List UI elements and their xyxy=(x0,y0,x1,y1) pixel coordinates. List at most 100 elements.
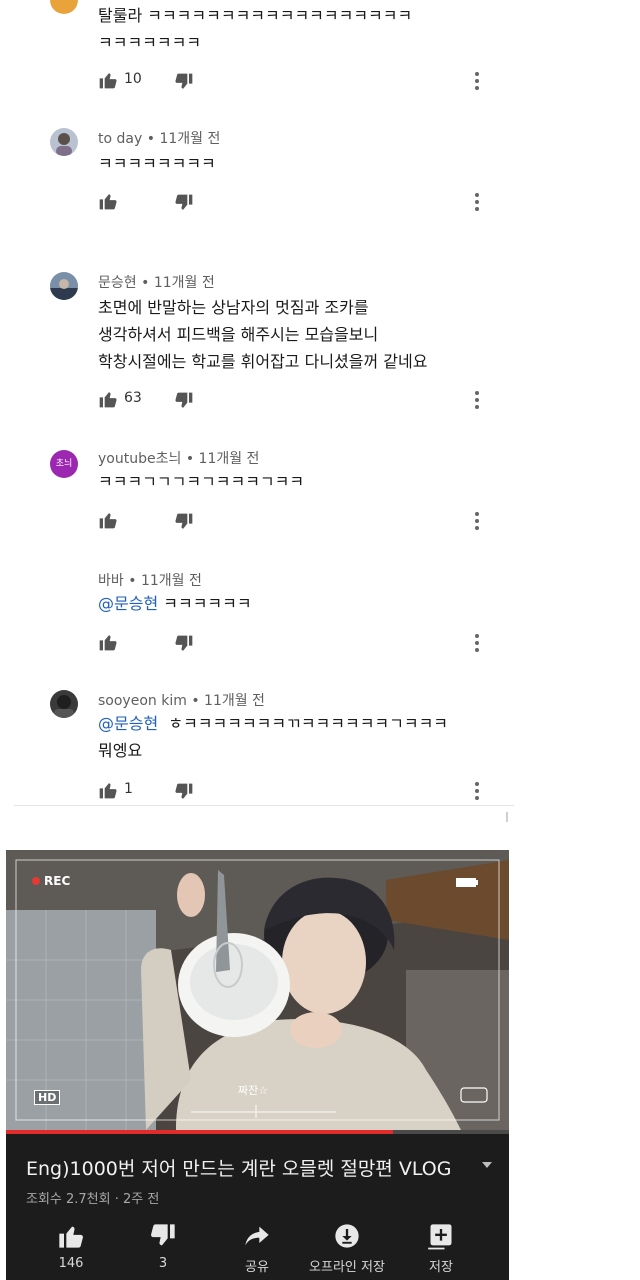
comment-list: 탈룰라 ㅋㅋㅋㅋㅋㅋㅋㅋㅋㅋㅋㅋㅋㅋㅋㅋㅋㅋ ㅋㅋㅋㅋㅋㅋㅋ 10 to day… xyxy=(0,0,640,830)
rec-indicator: REC xyxy=(32,874,70,888)
thumb-up-icon[interactable] xyxy=(98,510,118,530)
avatar[interactable] xyxy=(50,0,78,14)
comment-text: @문승현 ㅋㅋㅋㅋㅋㅋ xyxy=(98,590,252,617)
dislike-button[interactable]: 3 xyxy=(118,1222,208,1278)
comment-text: @문승현 ㅎㅋㅋㅋㅋㅋㅋㅋㄲㅋㅋㅋㅋㅋㅋㄱㅋㅋㅋ 뭐엥요 xyxy=(98,710,448,764)
like-button[interactable]: 146 xyxy=(26,1222,116,1278)
thumb-up-icon xyxy=(59,1226,83,1248)
more-vert-icon[interactable] xyxy=(470,191,484,213)
comment-actions: 1 xyxy=(0,780,510,804)
offline-save-label: 오프라인 저장 xyxy=(309,1260,385,1275)
like-count: 146 xyxy=(58,1256,84,1271)
comment-text: ㅋㅋㅋㄱㄱㄱㅋㄱㅋㅋㅋㄱㅋㅋ xyxy=(98,468,304,495)
thumb-down-icon[interactable] xyxy=(174,72,194,92)
comment-author[interactable]: sooyeon kim xyxy=(98,693,187,709)
scroll-tick xyxy=(506,812,508,822)
dislike-count: 3 xyxy=(158,1256,168,1271)
comment-meta: 문승현 • 11개월 전 xyxy=(98,272,215,292)
comment-line: 생각하셔서 피드백을 해주시는 모습을보니 xyxy=(98,325,379,344)
comment-line: @문승현 ㅋㅋㅋㅋㅋㅋ xyxy=(98,590,252,617)
chevron-down-icon[interactable] xyxy=(480,1158,494,1172)
comment-author[interactable]: 바바 xyxy=(98,573,124,589)
comment-line: 탈룰라 ㅋㅋㅋㅋㅋㅋㅋㅋㅋㅋㅋㅋㅋㅋㅋㅋㅋㅋ xyxy=(98,6,413,25)
comment-line: 학창시절에는 학교를 휘어잡고 다니셨을꺼 같네요 xyxy=(98,352,428,371)
comment-time: 11개월 전 xyxy=(198,451,260,467)
hd-badge: HD xyxy=(34,1090,61,1105)
more-vert-icon[interactable] xyxy=(470,389,484,411)
thumb-up-icon[interactable] xyxy=(98,191,118,211)
thumb-down-icon[interactable] xyxy=(174,193,194,213)
video-card: REC HD 짜잔☆ Eng)1000번 저어 만드는 계란 오믈렛 절망편 V… xyxy=(6,850,509,1280)
thumb-up-icon[interactable] xyxy=(98,780,118,800)
like-count: 1 xyxy=(124,781,133,797)
mention-link[interactable]: @문승현 xyxy=(98,714,158,733)
divider xyxy=(14,805,514,806)
comment-meta: to day • 11개월 전 xyxy=(98,128,220,148)
comment-text: 초면에 반말하는 상남자의 멋짐과 조카를 생각하셔서 피드백을 해주시는 모습… xyxy=(98,294,427,375)
thumb-down-icon[interactable] xyxy=(174,782,194,802)
video-progress-fill xyxy=(6,1130,394,1134)
comment-text: 탈룰라 ㅋㅋㅋㅋㅋㅋㅋㅋㅋㅋㅋㅋㅋㅋㅋㅋㅋㅋ ㅋㅋㅋㅋㅋㅋㅋ xyxy=(98,2,412,56)
comment-author[interactable]: youtube초늬 xyxy=(98,451,181,467)
comment-line: 초면에 반말하는 상남자의 멋짐과 조카를 xyxy=(98,298,369,317)
comment-actions: 10 xyxy=(0,70,510,94)
meta-separator: • xyxy=(141,275,154,291)
comment-time: 11개월 전 xyxy=(153,275,215,291)
mention-link[interactable]: @문승현 xyxy=(98,594,158,613)
comment-line: ㅋㅋㅋㄱㄱㄱㅋㄱㅋㅋㅋㄱㅋㅋ xyxy=(98,472,305,491)
avatar[interactable]: 초늬 xyxy=(50,450,78,478)
thumb-up-icon[interactable] xyxy=(98,632,118,652)
video-caption-tag: 짜잔☆ xyxy=(238,1084,269,1097)
thumb-down-icon[interactable] xyxy=(174,512,194,532)
more-vert-icon[interactable] xyxy=(470,510,484,532)
video-meta: 조회수 2.7천회 · 2주 전 xyxy=(26,1192,160,1207)
thumb-up-icon[interactable] xyxy=(98,389,118,409)
comment-meta: 바바 • 11개월 전 xyxy=(98,570,202,590)
comment-time: 11개월 전 xyxy=(204,693,265,709)
offline-save-button[interactable]: 오프라인 저장 xyxy=(302,1222,392,1278)
thumb-down-icon[interactable] xyxy=(174,391,194,411)
comment-text: ㅋㅋㅋㅋㅋㅋㅋㅋ xyxy=(98,150,216,177)
meta-separator: • xyxy=(128,573,141,589)
more-vert-icon[interactable] xyxy=(470,780,484,802)
avatar[interactable] xyxy=(50,272,78,300)
meta-separator: • xyxy=(146,131,160,147)
comment-meta: youtube초늬 • 11개월 전 xyxy=(98,448,259,468)
comment-actions xyxy=(0,191,510,215)
thumb-up-icon[interactable] xyxy=(98,70,118,90)
comment-line: 뭐엥요 xyxy=(98,741,143,760)
playlist-add-icon xyxy=(428,1224,452,1250)
meta-separator: • xyxy=(191,693,205,709)
thumb-down-icon[interactable] xyxy=(174,634,194,654)
like-count: 63 xyxy=(124,390,142,406)
comment-meta: sooyeon kim • 11개월 전 xyxy=(98,690,265,710)
like-count: 10 xyxy=(124,71,142,87)
comment-author[interactable]: 문승현 xyxy=(98,275,137,291)
comment-actions xyxy=(0,632,510,656)
download-icon xyxy=(335,1224,359,1248)
comment-line: ㅋㅋㅋㅋㅋㅋㅋ xyxy=(98,33,202,52)
more-vert-icon[interactable] xyxy=(470,632,484,654)
comment-line-text: ㅋㅋㅋㅋㅋㅋ xyxy=(163,594,252,613)
comment-time: 11개월 전 xyxy=(159,131,221,147)
thumb-down-icon xyxy=(151,1224,175,1246)
meta-separator: • xyxy=(185,451,199,467)
comment-line: @문승현 ㅎㅋㅋㅋㅋㅋㅋㅋㄲㅋㅋㅋㅋㅋㅋㄱㅋㅋㅋ xyxy=(98,710,448,737)
comment-actions: 63 xyxy=(0,389,510,413)
avatar[interactable] xyxy=(50,128,78,156)
comment-line: ㅋㅋㅋㅋㅋㅋㅋㅋ xyxy=(98,154,216,173)
share-icon xyxy=(245,1226,269,1246)
comment-author[interactable]: to day xyxy=(98,131,142,147)
save-to-playlist-button[interactable]: 저장 xyxy=(396,1222,486,1278)
save-label: 저장 xyxy=(429,1260,453,1275)
comment-actions xyxy=(0,510,510,534)
video-progress-bar[interactable] xyxy=(6,1130,509,1134)
more-vert-icon[interactable] xyxy=(470,70,484,92)
comment-time: 11개월 전 xyxy=(140,573,202,589)
avatar[interactable] xyxy=(50,690,78,718)
video-thumbnail[interactable]: REC HD 짜잔☆ xyxy=(6,850,509,1130)
video-title[interactable]: Eng)1000번 저어 만드는 계란 오믈렛 절망편 VLOG xyxy=(26,1154,451,1181)
share-button[interactable]: 공유 xyxy=(212,1222,302,1278)
rec-label: REC xyxy=(44,874,71,888)
rec-dot xyxy=(32,877,40,885)
